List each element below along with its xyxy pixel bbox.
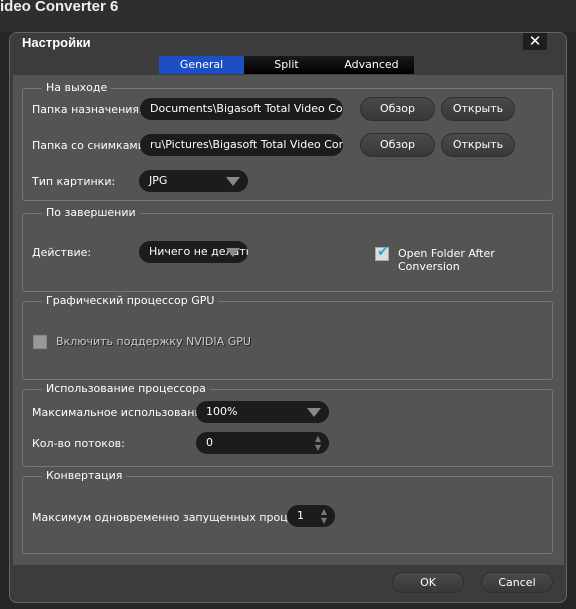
ok-button[interactable]: OK: [392, 572, 464, 593]
threads-value: 0: [206, 436, 213, 449]
app-title: ideo Converter 6: [0, 0, 119, 15]
max-usage-value: 100%: [206, 405, 238, 418]
on-finish-legend: По завершении: [42, 206, 140, 219]
snapshot-browse-button[interactable]: Обзор: [360, 133, 435, 157]
threads-label: Кол-во потоков:: [32, 437, 125, 450]
dropdown-arrow-icon: [307, 408, 321, 417]
tab-advanced[interactable]: Advanced: [329, 56, 414, 74]
gpu-legend: Графический процессор GPU: [42, 294, 219, 307]
dropdown-arrow-icon: [226, 177, 240, 186]
cpu-legend: Использование процессора: [42, 382, 210, 395]
dest-folder-label: Папка назначения:: [32, 103, 143, 116]
snapshot-folder-input[interactable]: ru\Pictures\Bigasoft Total Video Convert…: [140, 134, 343, 156]
on-finish-group: По завершении Действие: Ничего не делать…: [22, 206, 553, 292]
dest-folder-input[interactable]: Documents\Bigasoft Total Video Converter: [140, 98, 343, 120]
max-usage-label: Максимальное использование:: [32, 406, 213, 419]
checkmark-icon: ✔: [377, 244, 389, 260]
max-processes-label: Максимум одновременно запущенных процесс…: [32, 511, 324, 524]
snapshot-open-button[interactable]: Открыть: [441, 133, 515, 157]
spin-arrows-icon[interactable]: ▲ ▼: [317, 507, 331, 525]
image-type-value: JPG: [149, 174, 168, 187]
max-processes-value: 1: [297, 509, 304, 522]
cancel-button[interactable]: Cancel: [481, 572, 553, 593]
max-processes-spinbox[interactable]: 1 ▲ ▼: [287, 505, 335, 527]
open-folder-checkbox[interactable]: ✔: [375, 244, 389, 261]
close-icon[interactable]: ✕: [523, 33, 547, 50]
nvidia-gpu-label: Включить поддержку NVIDIA GPU: [56, 335, 251, 348]
dest-open-button[interactable]: Открыть: [441, 97, 515, 121]
dialog-title: Настройки: [22, 35, 91, 50]
general-panel: На выходе Папка назначения: Documents\Bi…: [13, 75, 564, 565]
open-folder-label[interactable]: Open Folder After Conversion: [398, 247, 552, 273]
gpu-group: Графический процессор GPU Включить подде…: [22, 294, 553, 380]
output-group: На выходе Папка назначения: Documents\Bi…: [22, 81, 553, 201]
settings-dialog: Настройки ✕ General Split Advanced На вы…: [9, 32, 567, 603]
image-type-select[interactable]: JPG: [139, 170, 248, 192]
max-usage-select[interactable]: 100%: [196, 401, 329, 423]
output-legend: На выходе: [42, 81, 112, 94]
dropdown-arrow-icon: [226, 248, 240, 257]
conversion-group: Конвертация Максимум одновременно запуще…: [22, 469, 553, 554]
threads-spinbox[interactable]: 0 ▲ ▼: [196, 432, 329, 454]
tab-split[interactable]: Split: [244, 56, 329, 74]
action-select[interactable]: Ничего не делать: [139, 241, 248, 263]
spin-arrows-icon[interactable]: ▲ ▼: [311, 434, 325, 452]
dest-browse-button[interactable]: Обзор: [360, 97, 435, 121]
conversion-legend: Конвертация: [42, 469, 127, 482]
image-type-label: Тип картинки:: [32, 175, 116, 188]
snapshot-folder-label: Папка со снимками:: [32, 139, 149, 152]
cpu-group: Использование процессора Максимальное ис…: [22, 382, 553, 467]
nvidia-gpu-checkbox[interactable]: [33, 335, 47, 349]
tab-general[interactable]: General: [159, 56, 244, 74]
action-label: Действие:: [32, 246, 92, 259]
